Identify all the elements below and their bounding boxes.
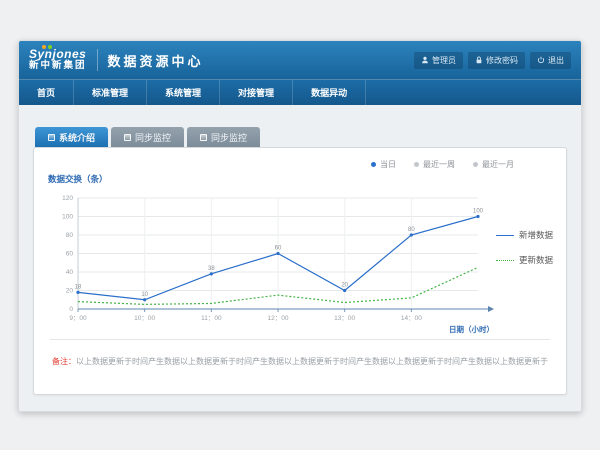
svg-text:10: 10	[141, 292, 148, 298]
content-area: 系统介绍 同步监控 同步监控 当日	[19, 105, 581, 412]
chart-panel: 当日 最近一周 最近一月 数据交换（条） 0 20 40 60 80 100 120 9：00…	[33, 147, 567, 395]
chart-row: 0 20 40 60 80 100 120 9：00 10：00 11：00 12：00 13：00 1…	[44, 185, 556, 335]
svg-text:13：00: 13：00	[334, 315, 355, 322]
legend-dot-icon	[473, 162, 478, 167]
logout-label: 退出	[548, 55, 564, 66]
tab-label: 同步监控	[135, 131, 171, 144]
nav-item-interface-mgmt[interactable]: 对接管理	[220, 80, 293, 105]
tab-label: 系统介绍	[59, 131, 95, 144]
svg-text:38: 38	[208, 266, 215, 272]
logo-dots-icon	[42, 45, 52, 49]
tab-label: 同步监控	[211, 131, 247, 144]
filter-last-month[interactable]: 最近一月	[473, 159, 514, 170]
filter-last-week[interactable]: 最近一周	[414, 159, 455, 170]
svg-text:11：00: 11：00	[201, 315, 222, 322]
user-icon	[421, 56, 429, 64]
legend-dot-icon	[414, 162, 419, 167]
line-sample-icon	[496, 235, 514, 236]
admin-button[interactable]: 管理员	[414, 52, 463, 69]
note-divider	[50, 339, 550, 340]
svg-text:18: 18	[75, 284, 82, 290]
change-password-label: 修改密码	[486, 55, 518, 66]
logo-subtitle: 新中新集团	[29, 61, 87, 72]
user-actions: 管理员 修改密码 退出	[414, 52, 571, 69]
nav-item-standard-mgmt[interactable]: 标准管理	[74, 80, 147, 105]
series-label: 更新数据	[519, 254, 553, 266]
time-filter-legend: 当日 最近一周 最近一月	[44, 156, 556, 170]
filter-label: 最近一月	[482, 159, 514, 170]
change-password-button[interactable]: 修改密码	[468, 52, 525, 69]
nav-item-data-change[interactable]: 数据异动	[293, 80, 366, 105]
line-sample-icon	[496, 260, 514, 261]
logout-button[interactable]: 退出	[530, 52, 571, 69]
svg-text:40: 40	[66, 269, 74, 276]
svg-text:9：00: 9：00	[69, 315, 87, 322]
line-chart: 0 20 40 60 80 100 120 9：00 10：00 11：00 12：00 13：00 1…	[44, 185, 496, 335]
tab-bar: 系统介绍 同步监控 同步监控	[35, 127, 567, 147]
series-legend: 新增数据 更新数据	[496, 185, 553, 266]
tab-icon	[200, 134, 207, 141]
series-label: 新增数据	[519, 229, 553, 241]
tab-sync-monitor-1[interactable]: 同步监控	[111, 127, 184, 147]
svg-text:80: 80	[66, 232, 74, 239]
y-axis-title: 数据交换（条）	[48, 173, 556, 185]
nav-item-home[interactable]: 首页	[19, 80, 74, 105]
page-title: 数据资源中心	[108, 51, 204, 70]
legend-updated-data[interactable]: 更新数据	[496, 254, 553, 266]
footnote: 备注：以上数据更新于时间产生数据以上数据更新于时间产生数据以上数据更新于时间产生…	[44, 356, 556, 367]
svg-text:14：00: 14：00	[401, 315, 422, 322]
legend-new-data[interactable]: 新增数据	[496, 229, 553, 241]
tab-icon	[48, 134, 55, 141]
svg-text:10：00: 10：00	[134, 315, 155, 322]
svg-text:日期（小时）: 日期（小时）	[449, 324, 494, 334]
svg-text:20: 20	[66, 288, 74, 295]
svg-text:60: 60	[275, 246, 282, 252]
filter-label: 当日	[380, 159, 396, 170]
svg-text:20: 20	[341, 283, 348, 289]
screen: Synjones 新中新集团 数据资源中心 管理员 修改密码 退出	[0, 40, 600, 450]
lock-icon	[475, 56, 483, 64]
filter-label: 最近一周	[423, 159, 455, 170]
svg-text:100: 100	[62, 214, 73, 221]
legend-dot-icon	[371, 162, 376, 167]
filter-today[interactable]: 当日	[371, 159, 396, 170]
tab-system-intro[interactable]: 系统介绍	[35, 127, 108, 147]
svg-text:100: 100	[473, 209, 484, 215]
tab-icon	[124, 134, 131, 141]
admin-label: 管理员	[432, 55, 456, 66]
header-divider	[97, 49, 98, 71]
app-window: Synjones 新中新集团 数据资源中心 管理员 修改密码 退出	[18, 40, 582, 412]
svg-text:80: 80	[408, 227, 415, 233]
main-nav: 首页 标准管理 系统管理 对接管理 数据异动	[19, 79, 581, 105]
footnote-prefix: 备注：	[52, 357, 76, 366]
svg-text:60: 60	[66, 251, 74, 258]
top-header: Synjones 新中新集团 数据资源中心 管理员 修改密码 退出	[19, 41, 581, 79]
tab-sync-monitor-2[interactable]: 同步监控	[187, 127, 260, 147]
nav-item-system-mgmt[interactable]: 系统管理	[147, 80, 220, 105]
svg-text:12：00: 12：00	[268, 315, 289, 322]
brand-logo: Synjones 新中新集团	[29, 48, 95, 73]
svg-text:120: 120	[62, 195, 73, 202]
svg-text:0: 0	[69, 306, 73, 313]
power-icon	[537, 56, 545, 64]
footnote-text: 以上数据更新于时间产生数据以上数据更新于时间产生数据以上数据更新于时间产生数据以…	[76, 357, 548, 366]
